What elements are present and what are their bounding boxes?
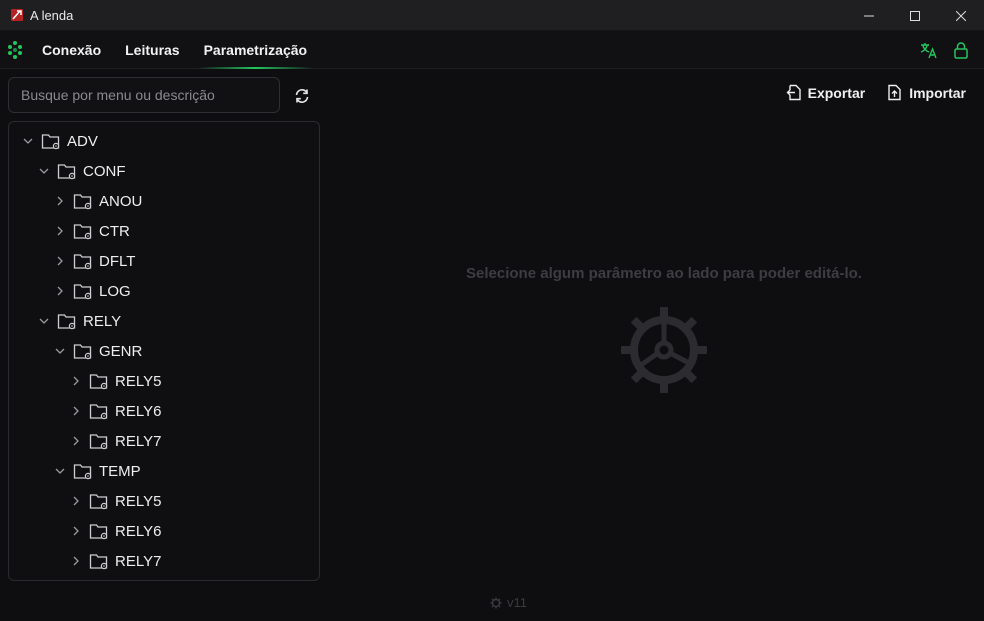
tree-item-label: RELY6 — [115, 522, 162, 540]
tree-item[interactable]: RELY5 — [9, 486, 319, 516]
chevron-down-icon[interactable] — [21, 134, 35, 148]
chevron-right-icon[interactable] — [53, 194, 67, 208]
tree-item[interactable]: CTR — [9, 216, 319, 246]
chevron-down-icon[interactable] — [37, 314, 51, 328]
tree-item-label: RELY5 — [115, 492, 162, 510]
folder-settings-icon — [89, 372, 109, 390]
chevron-down-icon[interactable] — [53, 344, 67, 358]
search-input[interactable] — [8, 77, 280, 113]
close-window-button[interactable] — [938, 0, 984, 31]
folder-settings-icon — [73, 462, 93, 480]
tab-conexao[interactable]: Conexão — [30, 31, 113, 69]
tree-item[interactable]: DFLT — [9, 246, 319, 276]
tree-item[interactable]: CONF — [9, 156, 319, 186]
folder-settings-icon — [89, 432, 109, 450]
tree-item[interactable]: ANOU — [9, 186, 319, 216]
maximize-button[interactable] — [892, 0, 938, 31]
tree-item-label: RELY7 — [115, 552, 162, 570]
parameter-tree: ADV CONF ANOU CTR DFLT LOG RELY GENR RELY5 RELY6 R… — [8, 121, 320, 581]
chevron-right-icon[interactable] — [69, 434, 83, 448]
maximize-icon — [910, 10, 920, 21]
tree-item[interactable]: ADV — [9, 126, 319, 156]
chevron-right-icon[interactable] — [53, 284, 67, 298]
tree-item-label: DFLT — [99, 252, 136, 270]
translate-icon[interactable] — [920, 41, 938, 59]
tree-item-label: LOG — [99, 282, 131, 300]
chevron-right-icon[interactable] — [69, 374, 83, 388]
export-file-icon — [786, 84, 801, 101]
tree-item[interactable]: TEMP — [9, 456, 319, 486]
folder-settings-icon — [57, 312, 77, 330]
main-toolbar: Exportar Importar — [786, 84, 966, 101]
folder-settings-icon — [73, 342, 93, 360]
nav-bar: Conexão Leituras Parametrização — [0, 31, 984, 69]
tree-item-label: ANOU — [99, 192, 143, 210]
folder-settings-icon — [73, 192, 93, 210]
app-logo-icon — [10, 8, 24, 22]
chevron-down-icon[interactable] — [53, 464, 67, 478]
import-button[interactable]: Importar — [887, 84, 966, 101]
tree-item[interactable]: RELY6 — [9, 516, 319, 546]
lock-icon[interactable] — [952, 41, 970, 59]
tree-item-label: RELY6 — [115, 402, 162, 420]
folder-settings-icon — [57, 162, 77, 180]
tree-item-label: GENR — [99, 342, 143, 360]
minimize-button[interactable] — [846, 0, 892, 31]
folder-settings-icon — [89, 522, 109, 540]
chevron-right-icon[interactable] — [69, 554, 83, 568]
gear-icon — [621, 307, 707, 393]
minimize-icon — [864, 15, 874, 16]
chevron-right-icon[interactable] — [69, 494, 83, 508]
tree-item-label: CONF — [83, 162, 126, 180]
version-label: v11 — [490, 595, 527, 610]
tree-item-label: RELY — [83, 312, 122, 330]
empty-state-message: Selecione algum parâmetro ao lado para p… — [466, 265, 862, 282]
tree-item[interactable]: RELY — [9, 306, 319, 336]
title-bar: A lenda — [0, 0, 984, 31]
folder-settings-icon — [89, 492, 109, 510]
export-button[interactable]: Exportar — [786, 84, 866, 101]
gear-small-icon — [490, 597, 502, 608]
folder-settings-icon — [89, 552, 109, 570]
brand-logo-icon — [0, 31, 30, 69]
tab-parametrizacao[interactable]: Parametrização — [192, 31, 320, 69]
version-text: v11 — [507, 595, 527, 610]
tree-item[interactable]: GENR — [9, 336, 319, 366]
chevron-down-icon[interactable] — [37, 164, 51, 178]
tree-item[interactable]: RELY7 — [9, 546, 319, 576]
tab-leituras[interactable]: Leituras — [113, 31, 191, 69]
refresh-button[interactable] — [291, 85, 313, 107]
folder-settings-icon — [73, 222, 93, 240]
tree-item-label: RELY7 — [115, 432, 162, 450]
close-icon — [956, 10, 966, 21]
tree-item[interactable]: RELY6 — [9, 396, 319, 426]
window-title: A lenda — [30, 7, 74, 23]
folder-settings-icon — [89, 402, 109, 420]
tree-item[interactable]: LOG — [9, 276, 319, 306]
search-wrapper — [8, 77, 280, 113]
tree-item-label: ADV — [67, 132, 98, 150]
tree-item-label: TEMP — [99, 462, 141, 480]
export-label: Exportar — [807, 84, 866, 101]
folder-settings-icon — [73, 252, 93, 270]
import-label: Importar — [909, 84, 966, 101]
import-file-icon — [888, 84, 901, 101]
chevron-right-icon[interactable] — [69, 404, 83, 418]
tree-item[interactable]: RELY7 — [9, 426, 319, 456]
tree-item-label: CTR — [99, 222, 130, 240]
refresh-icon — [295, 89, 309, 103]
chevron-right-icon[interactable] — [69, 524, 83, 538]
tree-item-label: RELY5 — [115, 372, 162, 390]
chevron-right-icon[interactable] — [53, 224, 67, 238]
tree-item[interactable]: RELY5 — [9, 366, 319, 396]
chevron-right-icon[interactable] — [53, 254, 67, 268]
folder-settings-icon — [41, 132, 61, 150]
folder-settings-icon — [73, 282, 93, 300]
